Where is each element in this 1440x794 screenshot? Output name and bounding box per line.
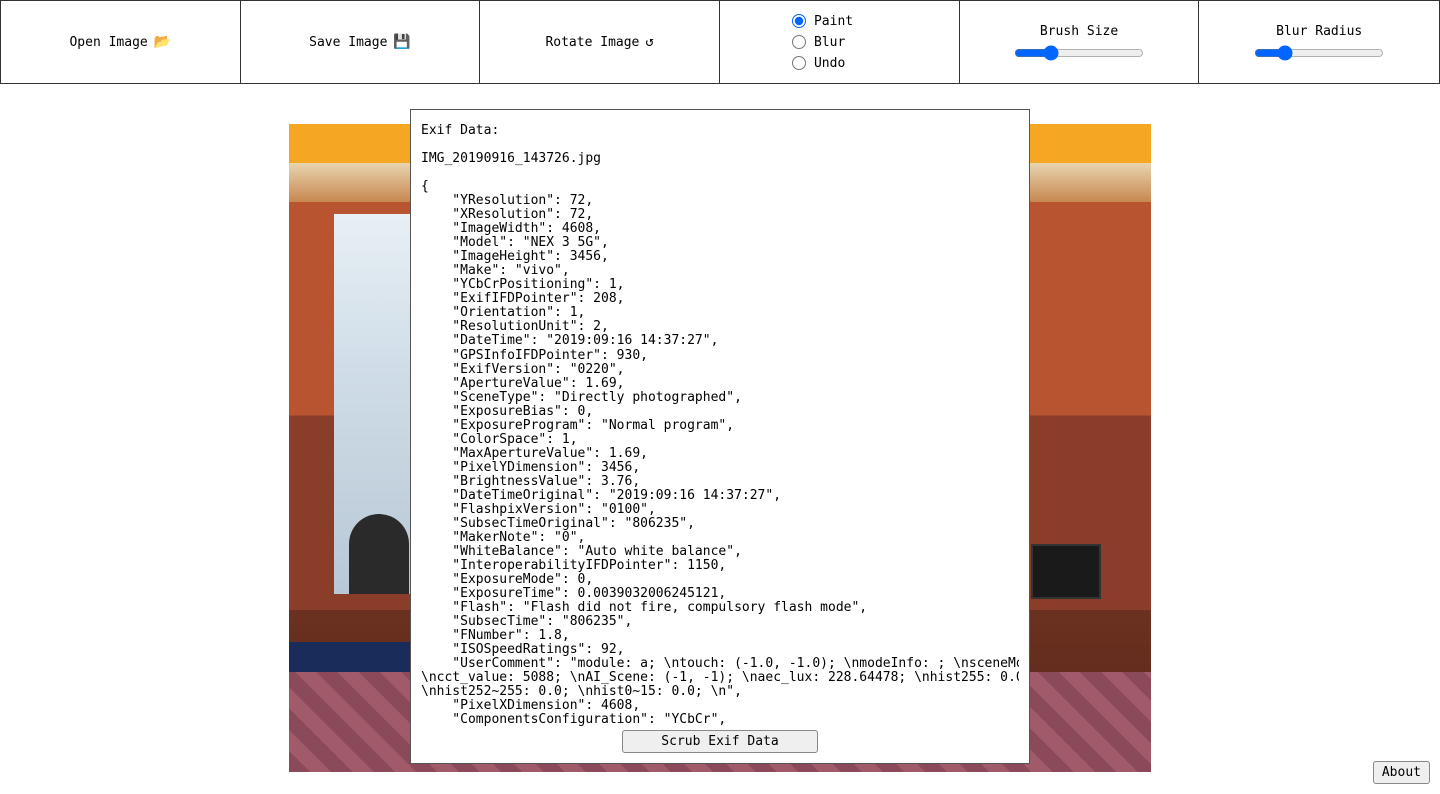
brush-size-slider[interactable] [1014,45,1144,61]
image-region-monitor [1031,544,1101,599]
rotate-image-button[interactable]: Rotate Image ↺ [480,1,720,83]
exif-text: Exif Data: IMG_20190916_143726.jpg { "YR… [421,124,1019,726]
radio-undo[interactable]: Undo [792,54,845,73]
mode-radio-group: Paint Blur Undo [720,1,960,83]
rotate-label: Rotate Image [545,35,639,50]
brush-size-label: Brush Size [1040,24,1118,39]
radio-paint[interactable]: Paint [792,12,853,31]
rotate-icon: ↺ [645,34,653,50]
radio-blur[interactable]: Blur [792,33,845,52]
save-label: Save Image [309,35,387,50]
radio-paint-input[interactable] [792,14,806,28]
about-button[interactable]: About [1373,761,1430,784]
toolbar: Open Image 📂 Save Image 💾 Rotate Image ↺… [0,0,1440,84]
open-image-button[interactable]: Open Image 📂 [1,1,241,83]
canvas-area: Exif Data: IMG_20190916_143726.jpg { "YR… [0,84,1440,794]
radio-undo-input[interactable] [792,56,806,70]
exif-panel: Exif Data: IMG_20190916_143726.jpg { "YR… [410,109,1030,764]
image-region-person [349,514,409,594]
blur-radius-label: Blur Radius [1276,24,1362,39]
scrub-exif-button[interactable]: Scrub Exif Data [622,730,817,753]
save-image-button[interactable]: Save Image 💾 [241,1,481,83]
folder-open-icon: 📂 [154,34,171,50]
brush-size-control: Brush Size [960,1,1200,83]
radio-undo-label: Undo [814,56,845,71]
radio-blur-label: Blur [814,35,845,50]
radio-paint-label: Paint [814,14,853,29]
blur-radius-control: Blur Radius [1199,1,1439,83]
blur-radius-slider[interactable] [1254,45,1384,61]
radio-blur-input[interactable] [792,35,806,49]
floppy-disk-icon: 💾 [393,34,410,50]
open-label: Open Image [69,35,147,50]
